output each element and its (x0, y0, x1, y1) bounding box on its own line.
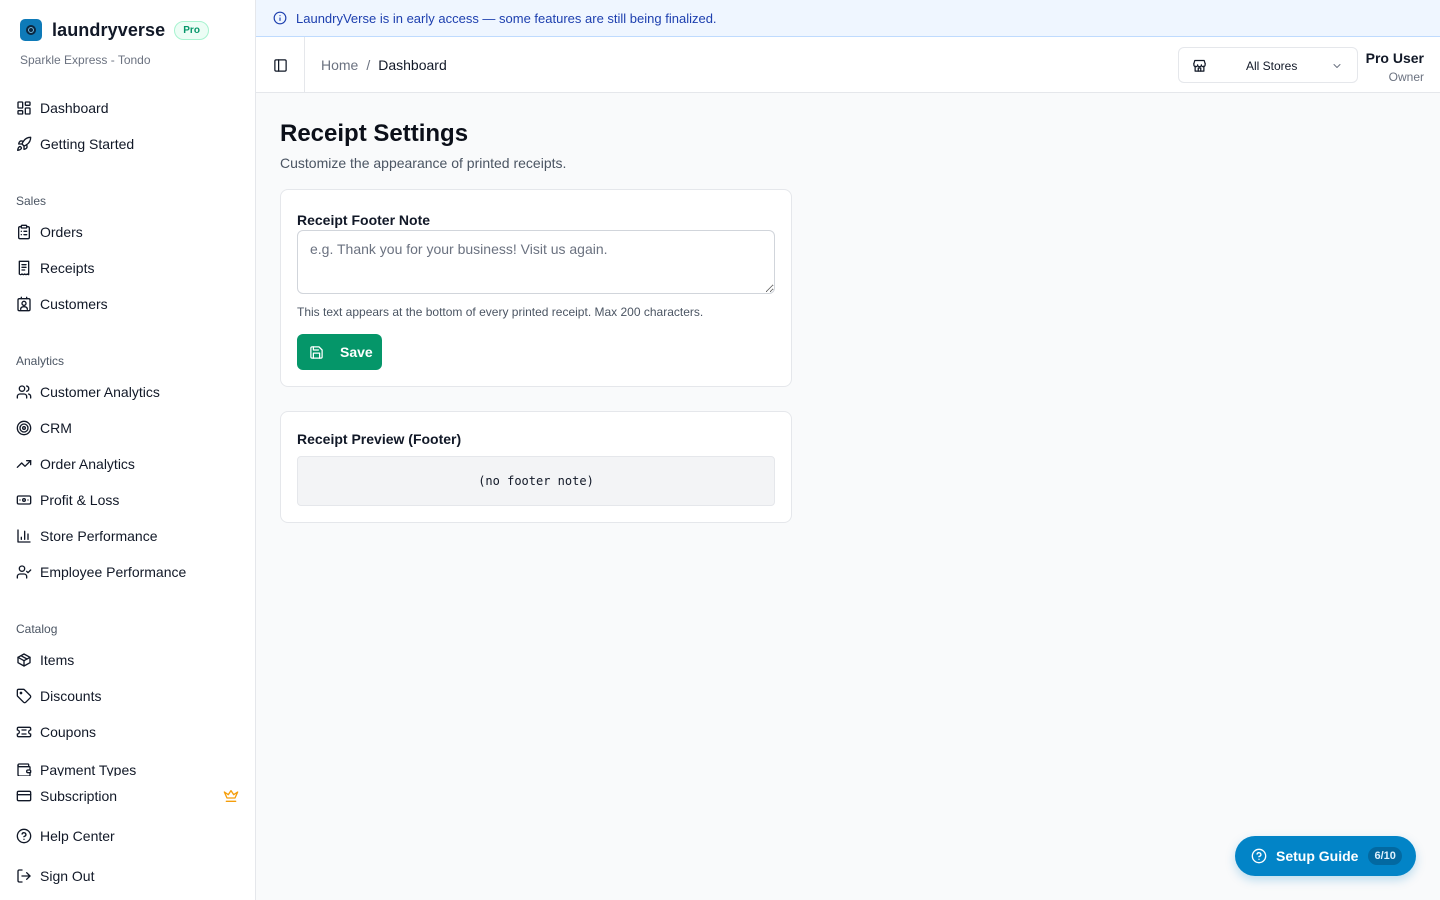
package-icon (17, 653, 31, 667)
sidebar-item-store-performance[interactable]: Store Performance (16, 524, 158, 548)
rocket-icon (17, 136, 32, 151)
sidebar-item-payment-types[interactable]: Payment Types (16, 758, 136, 776)
save-icon (310, 345, 323, 359)
banner-text: LaundryVerse is in early access — some f… (296, 10, 717, 26)
sidebar-item-coupons[interactable]: Coupons (16, 720, 96, 744)
banknote-icon (16, 495, 32, 505)
footer-note-help: This text appears at the bottom of every… (297, 305, 704, 319)
save-button-label: Save (340, 344, 373, 360)
user-name: Pro User (1365, 50, 1424, 66)
sidebar-item-label: Subscription (40, 788, 118, 804)
receipt-preview-label: Receipt Preview (Footer) (297, 431, 462, 447)
sidebar-item-label: Customer Analytics (40, 384, 160, 400)
nav-section-sales: Sales (16, 194, 47, 208)
breadcrumb-separator: / (366, 57, 371, 73)
sidebar-item-label: Orders (40, 224, 83, 240)
sidebar-item-sign-out[interactable]: Sign Out (16, 864, 94, 888)
sidebar-item-receipts[interactable]: Receipts (16, 256, 94, 280)
layout-grid-icon (17, 101, 31, 115)
setup-guide-button[interactable]: Setup Guide 6/10 (1235, 836, 1416, 876)
store-icon (1193, 59, 1206, 72)
credit-card-icon (16, 790, 32, 802)
sidebar-item-label: Payment Types (40, 762, 137, 776)
target-icon (16, 420, 32, 436)
sidebar-item-order-analytics[interactable]: Order Analytics (16, 452, 135, 476)
nav-section-analytics: Analytics (16, 354, 65, 368)
sidebar-item-label: Getting Started (40, 136, 135, 152)
receipt-preview-card: Receipt Preview (Footer) (no footer note… (280, 411, 792, 523)
page-subtitle: Customize the appearance of printed rece… (280, 155, 567, 171)
setup-guide-label: Setup Guide (1276, 848, 1359, 864)
page-title: Receipt Settings (280, 120, 469, 147)
sidebar-item-discounts[interactable]: Discounts (16, 684, 101, 708)
info-icon (273, 11, 287, 25)
sidebar-item-label: Order Analytics (40, 456, 135, 472)
nav-section-catalog: Catalog (16, 622, 58, 636)
sidebar-toggle-button[interactable] (256, 37, 305, 93)
sidebar-scroll-clip: Payment Types (0, 758, 255, 776)
bar-chart-icon (17, 529, 31, 543)
help-circle-icon (1251, 848, 1267, 864)
footer-note-input[interactable] (297, 230, 775, 294)
sidebar-item-getting-started[interactable]: Getting Started (16, 132, 134, 156)
footer-note-label: Receipt Footer Note (297, 212, 431, 228)
early-access-banner: LaundryVerse is in early access — some f… (256, 0, 1440, 37)
user-role: Owner (1388, 70, 1424, 84)
laundryverse-logo-icon (20, 19, 42, 41)
receipt-preview-content: (no footer note) (478, 474, 594, 488)
save-button[interactable]: Save (297, 334, 382, 370)
users-icon (16, 385, 32, 399)
sidebar-item-label: Store Performance (40, 528, 158, 544)
sidebar-item-profit-loss[interactable]: Profit & Loss (16, 488, 119, 512)
sidebar-item-label: Employee Performance (40, 564, 187, 580)
sidebar-item-customers[interactable]: Customers (16, 292, 108, 316)
breadcrumb-home-link[interactable]: Home (321, 57, 358, 73)
sidebar-item-label: Sign Out (40, 868, 95, 884)
user-check-icon (16, 565, 32, 579)
sidebar-item-label: Items (40, 652, 75, 668)
receipt-preview-box: (no footer note) (297, 456, 775, 506)
log-out-icon (17, 869, 31, 883)
sidebar-item-customer-analytics[interactable]: Customer Analytics (16, 380, 160, 404)
clipboard-list-icon (18, 224, 30, 240)
sidebar-item-label: Dashboard (40, 100, 109, 116)
sidebar-item-items[interactable]: Items (16, 648, 74, 672)
sidebar-item-employee-performance[interactable]: Employee Performance (16, 560, 186, 584)
sidebar-item-label: CRM (40, 420, 72, 436)
chevron-down-icon (1333, 64, 1341, 68)
top-header: Home / Dashboard All Stores Pro User Own… (256, 37, 1440, 93)
sidebar-item-label: Coupons (40, 724, 97, 740)
help-circle-icon (16, 828, 32, 844)
trending-up-icon (16, 460, 32, 468)
pro-badge: Pro (174, 20, 209, 40)
crown-icon (223, 790, 239, 802)
current-store-name: Sparkle Express - Tondo (20, 53, 151, 67)
store-select-value: All Stores (1246, 59, 1298, 73)
store-select[interactable]: All Stores (1178, 47, 1358, 83)
contact-icon (17, 296, 31, 312)
footer-note-card: Receipt Footer Note This text appears at… (280, 189, 792, 387)
sidebar-item-dashboard[interactable]: Dashboard (16, 96, 109, 120)
receipt-icon (18, 260, 30, 276)
setup-guide-progress: 6/10 (1368, 847, 1402, 865)
tag-icon (16, 688, 32, 704)
sidebar-item-orders[interactable]: Orders (16, 220, 83, 244)
brand[interactable]: laundryverse Pro (20, 19, 209, 41)
user-menu[interactable]: Pro User Owner (1366, 50, 1424, 84)
sidebar: laundryverse Pro Sparkle Express - Tondo… (0, 0, 256, 900)
wallet-icon (17, 763, 32, 776)
sidebar-item-help-center[interactable]: Help Center (16, 824, 115, 848)
breadcrumb-current: Dashboard (378, 57, 447, 73)
sidebar-item-label: Customers (40, 296, 108, 312)
sidebar-item-crm[interactable]: CRM (16, 416, 72, 440)
sidebar-item-label: Discounts (40, 688, 102, 704)
brand-name: laundryverse (52, 19, 166, 40)
panel-left-icon (273, 58, 287, 72)
sidebar-item-label: Profit & Loss (40, 492, 120, 508)
sidebar-item-subscription[interactable]: Subscription (16, 784, 117, 808)
sidebar-item-label: Receipts (40, 260, 95, 276)
sidebar-item-label: Help Center (40, 828, 115, 844)
ticket-icon (16, 726, 32, 738)
breadcrumb: Home / Dashboard (321, 57, 447, 73)
